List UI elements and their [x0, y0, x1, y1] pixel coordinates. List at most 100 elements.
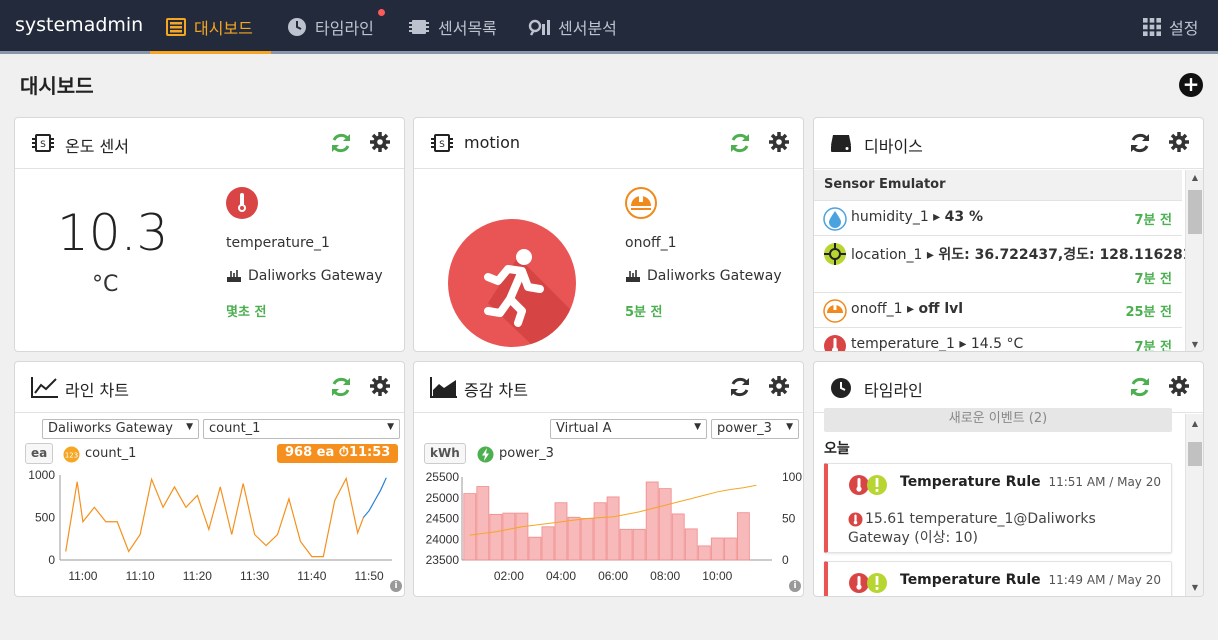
- gateway-label: Daliworks Gateway: [625, 268, 782, 284]
- gateway-select-value: Virtual A: [556, 421, 612, 436]
- nav-settings[interactable]: 설정: [1143, 0, 1198, 54]
- temperature-sensor-card: S 온도 센서 10.3 °C temperature_1 Daliworks …: [14, 117, 405, 352]
- chevron-down-icon: ▼: [786, 422, 793, 432]
- clock-icon: [831, 378, 851, 398]
- thermometer-icon: [226, 187, 258, 219]
- refresh-icon[interactable]: [1128, 132, 1152, 154]
- chip-icon: S: [431, 134, 453, 152]
- thermometer-icon: [824, 335, 846, 351]
- device-row[interactable]: temperature_1 ▸ 14.5 °C 7분 전: [814, 327, 1182, 352]
- nav-timeline-label: 타임라인: [315, 19, 374, 38]
- info-icon[interactable]: i: [390, 580, 402, 592]
- series-line-latest: [362, 477, 387, 518]
- bar: [502, 512, 516, 561]
- gear-icon[interactable]: [1169, 376, 1189, 396]
- gateway-select[interactable]: Virtual A ▼: [550, 419, 707, 439]
- x-tick-label: 06:00: [598, 569, 628, 583]
- line-chart[interactable]: 0 500 1000 11:00 11:10 11:20 11:30 11:40 11:50: [15, 467, 404, 587]
- timeline-scrollbar[interactable]: ▲ ▼: [1185, 414, 1203, 596]
- series-select-value: count_1: [209, 421, 261, 436]
- gear-icon[interactable]: [769, 376, 789, 396]
- device-row[interactable]: onoff_1 ▸ off lvl 25분 전: [814, 292, 1182, 327]
- scroll-thumb[interactable]: [1188, 442, 1202, 466]
- gateway-icon: [626, 270, 640, 282]
- scroll-down-arrow[interactable]: ▼: [1186, 340, 1203, 349]
- gear-icon[interactable]: [370, 376, 390, 396]
- unit-badge: kWh: [424, 443, 466, 464]
- bar-chart[interactable]: 23500 24000 24500 25000 25500 0 50 100 02:00 04:0…: [414, 467, 803, 587]
- info-icon[interactable]: i: [789, 580, 801, 592]
- refresh-icon[interactable]: [728, 376, 752, 398]
- x-tick-label: 11:10: [126, 569, 155, 583]
- brand-name[interactable]: systemadmin: [15, 14, 143, 36]
- y2-tick-label: 0: [782, 553, 789, 567]
- x-tick-label: 11:20: [183, 569, 212, 583]
- scroll-up-arrow[interactable]: ▲: [1186, 173, 1203, 182]
- server-icon: [831, 135, 851, 152]
- bar: [710, 537, 724, 561]
- event-time: 11:49 AM / May 20: [1048, 573, 1161, 587]
- timeline-event[interactable]: Temperature Rule 11:51 AM / May 20 15.61…: [824, 463, 1172, 553]
- device-row[interactable]: humidity_1 ▸ 43 % 7분 전: [814, 200, 1182, 235]
- scroll-up-arrow[interactable]: ▲: [1186, 419, 1203, 428]
- event-title: Temperature Rule: [900, 572, 1041, 588]
- device-row[interactable]: location_1 ▸ 위도: 36.722437,경도: 128.11628…: [814, 235, 1203, 292]
- nav-settings-label: 설정: [1169, 19, 1199, 38]
- scroll-thumb[interactable]: [1188, 190, 1202, 234]
- new-events-button[interactable]: 새로운 이벤트 (2): [824, 408, 1172, 432]
- device-updated: 7분 전: [1134, 272, 1173, 287]
- bar: [476, 486, 490, 561]
- alert-icon: [867, 475, 887, 495]
- refresh-icon[interactable]: [329, 132, 353, 154]
- refresh-icon[interactable]: [329, 376, 353, 398]
- card-header: 타임라인: [814, 362, 1203, 413]
- svg-text:S: S: [40, 140, 46, 150]
- add-widget-button[interactable]: +: [1179, 73, 1203, 97]
- bar: [697, 545, 711, 561]
- refresh-icon[interactable]: [728, 132, 752, 154]
- series-select-value: power_3: [717, 421, 772, 436]
- card-header: S motion: [414, 118, 803, 169]
- gear-icon[interactable]: [769, 132, 789, 152]
- nav-sensor-analysis-label: 센서분석: [558, 19, 617, 38]
- refresh-icon[interactable]: [1128, 376, 1152, 398]
- nav-dashboard[interactable]: 대시보드: [166, 0, 253, 54]
- device-scrollbar[interactable]: ▲ ▼: [1185, 170, 1203, 351]
- y-tick-label: 0: [48, 553, 55, 567]
- device-updated: 25분 전: [1125, 305, 1172, 320]
- card-title: 온도 센서: [65, 137, 129, 156]
- gateway-name: Daliworks Gateway: [248, 268, 383, 284]
- nav-sensor-list[interactable]: 센서목록: [408, 0, 497, 54]
- scroll-down-arrow[interactable]: ▼: [1186, 583, 1203, 592]
- device-name-text: humidity_1: [851, 209, 929, 225]
- area-chart-icon: [430, 377, 457, 398]
- sensor-name[interactable]: temperature_1: [226, 235, 330, 251]
- series-select[interactable]: count_1 ▼: [203, 419, 400, 439]
- gear-icon[interactable]: [370, 132, 390, 152]
- x-tick-label: 10:00: [702, 569, 732, 583]
- gear-icon[interactable]: [1169, 132, 1189, 152]
- bar: [489, 513, 503, 561]
- page-title: 대시보드: [20, 74, 94, 98]
- gateway-select[interactable]: Daliworks Gateway ▼: [42, 419, 199, 439]
- series-select[interactable]: power_3 ▼: [711, 419, 799, 439]
- device-name: humidity_1 ▸ 43 %: [851, 209, 984, 225]
- line-chart-icon: [31, 377, 58, 398]
- temperature-value: 10.3: [57, 204, 169, 262]
- notification-dot: [378, 9, 385, 16]
- device-name: temperature_1 ▸ 14.5 °C: [851, 336, 1024, 352]
- nav-sensor-analysis[interactable]: 센서분석: [528, 0, 617, 54]
- nav-sensor-list-label: 센서목록: [438, 19, 497, 38]
- gateway-select-value: Daliworks Gateway: [48, 421, 173, 436]
- device-value: 위도: 36.722437,경도: 128.116281 °: [938, 247, 1204, 263]
- bar: [723, 537, 737, 561]
- sensor-name[interactable]: onoff_1: [625, 235, 677, 251]
- nav-timeline[interactable]: 타임라인: [287, 0, 374, 54]
- bar: [606, 496, 620, 561]
- last-updated: 5분 전: [625, 305, 663, 320]
- x-tick-label: 11:30: [240, 569, 269, 583]
- timeline-event[interactable]: Temperature Rule 11:49 AM / May 20: [824, 561, 1172, 596]
- device-group-header[interactable]: Sensor Emulator: [814, 170, 1182, 200]
- bar: [554, 502, 568, 561]
- latest-time: 11:53: [348, 445, 391, 460]
